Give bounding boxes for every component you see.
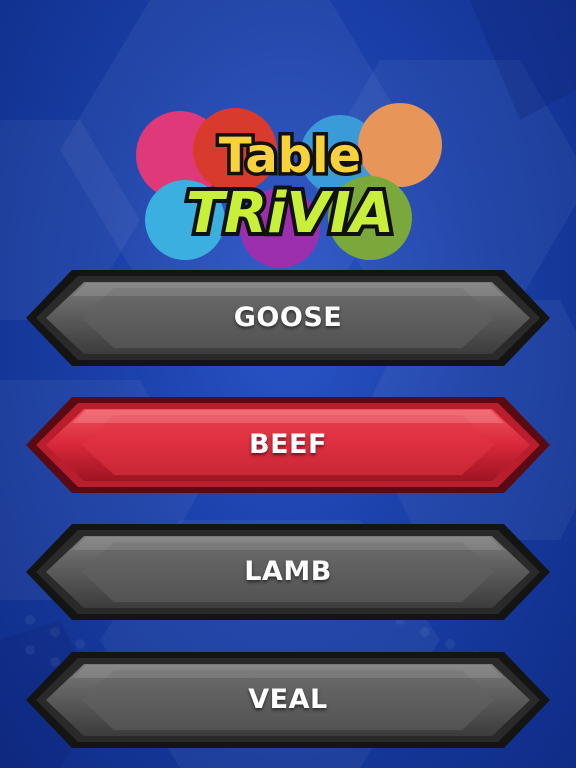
game-screen: Table TRiVIA GOOSE BEEF LAMB VEAL (0, 0, 576, 768)
answer-label: GOOSE (233, 302, 343, 333)
logo-word-table: Table (219, 128, 361, 184)
answer-button-4[interactable]: VEAL (24, 650, 552, 750)
table-trivia-logo: Table TRiVIA (130, 100, 450, 275)
answer-button-3[interactable]: LAMB (24, 522, 552, 622)
logo-circle (358, 103, 442, 187)
logo-word-trivia: TRiVIA (186, 181, 394, 246)
answer-button-1[interactable]: GOOSE (24, 268, 552, 368)
answer-label: BEEF (249, 429, 327, 460)
answer-label: LAMB (244, 556, 332, 587)
answer-button-2[interactable]: BEEF (24, 395, 552, 495)
answer-label: VEAL (248, 684, 328, 715)
